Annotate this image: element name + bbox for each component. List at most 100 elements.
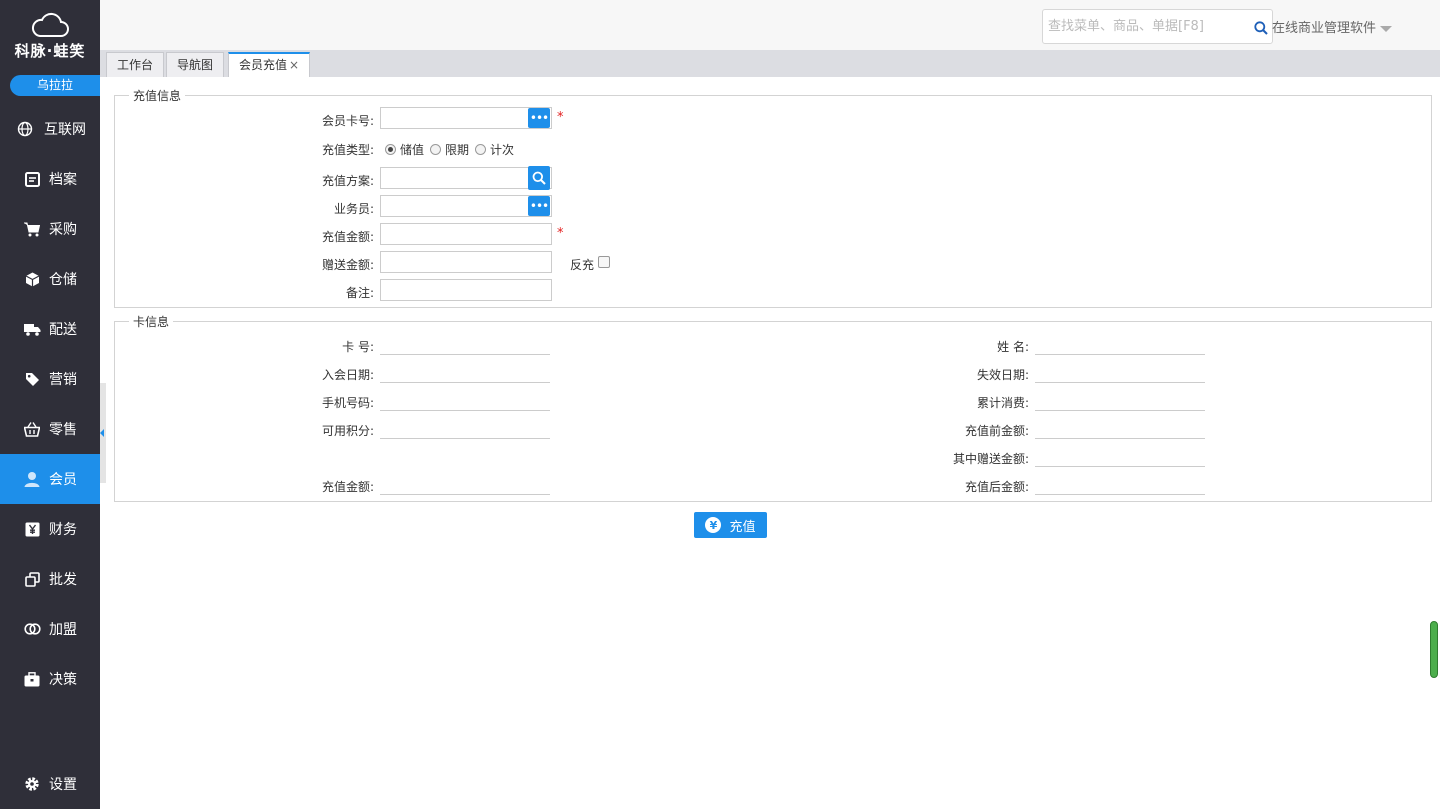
more-icon: ••• <box>529 199 549 213</box>
briefcase-icon <box>23 670 41 688</box>
sidebar-item-label: 营销 <box>49 372 77 388</box>
sidebar-item-label: 财务 <box>49 522 77 538</box>
card-no-value <box>380 336 550 355</box>
card-picker-button[interactable]: ••• <box>528 108 550 128</box>
recharge-button[interactable]: ¥ 充值 <box>694 512 767 538</box>
sidebar-item-settings[interactable]: 设置 <box>0 759 100 809</box>
salesman-picker-button[interactable]: ••• <box>528 196 550 216</box>
brand-logo: 科脉·蛙笑 <box>0 0 100 70</box>
sidebar-item-delivery[interactable]: 配送 <box>0 304 100 354</box>
expire-date-label: 失效日期: <box>976 368 1029 382</box>
after-amount-value <box>1035 476 1205 495</box>
sidebar-collapse-handle[interactable] <box>100 383 106 483</box>
tab-member-recharge[interactable]: 会员充值 × <box>228 52 311 77</box>
sidebar-item-label: 采购 <box>49 222 77 238</box>
points-value <box>380 420 550 439</box>
card-recharge-amount-label: 充值金额: <box>321 480 374 494</box>
sidebar-item-marketing[interactable]: 营销 <box>0 354 100 404</box>
globe-icon <box>16 120 34 138</box>
join-date-label: 入会日期: <box>321 368 374 382</box>
name-label: 姓 名: <box>997 340 1029 354</box>
company-name: 在线商业管理软件 <box>1272 21 1377 36</box>
radio-dot <box>430 144 441 155</box>
basket-icon <box>23 420 41 438</box>
sidebar-item-label: 互联网 <box>44 122 86 138</box>
phone-value <box>380 392 550 411</box>
search-box <box>1042 9 1273 44</box>
phone-label: 手机号码: <box>321 396 374 410</box>
sidebar-item-decision[interactable]: 决策 <box>0 654 100 704</box>
tab-label: 会员充值 <box>239 58 288 72</box>
tab-workbench[interactable]: 工作台 <box>106 52 165 77</box>
rings-icon <box>23 620 41 638</box>
recharge-plan-label: 充值方案: <box>321 174 374 188</box>
tab-bar: 工作台 导航图 会员充值 × <box>100 50 1440 77</box>
sidebar-item-label: 会员 <box>49 472 77 488</box>
recharge-type-label: 充值类型: <box>321 143 374 157</box>
expire-date-value <box>1035 364 1205 383</box>
reverse-charge-checkbox[interactable] <box>598 256 610 268</box>
gift-amount-input[interactable] <box>380 251 552 273</box>
sidebar-item-retail[interactable]: 零售 <box>0 404 100 454</box>
required-mark: * <box>557 110 564 125</box>
sidebar-item-label: 加盟 <box>49 622 77 638</box>
gift-amount-label: 赠送金额: <box>321 258 374 272</box>
sidebar-item-member[interactable]: 会员 <box>0 454 100 504</box>
sidebar: 科脉·蛙笑 乌拉拉 互联网 档案 采购 仓储 配送 营销 零售 会员 财务 批发… <box>0 0 100 809</box>
tag-icon <box>23 370 41 388</box>
section-title: 充值信息 <box>133 89 182 103</box>
cloud-icon <box>31 12 69 37</box>
top-bar: 在线商业管理软件 <box>100 0 1440 50</box>
recharge-amount-input[interactable] <box>380 223 552 245</box>
total-spend-value <box>1035 392 1205 411</box>
plan-search-button[interactable] <box>528 166 550 190</box>
sidebar-item-label: 档案 <box>49 172 77 188</box>
chevron-down-icon <box>1380 25 1393 32</box>
sidebar-item-franchise[interactable]: 加盟 <box>0 604 100 654</box>
sidebar-item-archive[interactable]: 档案 <box>0 154 100 204</box>
radio-label: 储值 <box>400 143 425 157</box>
gift-amount-info-label: 其中赠送金额: <box>952 452 1029 466</box>
scrollbar-thumb[interactable] <box>1430 621 1438 678</box>
sidebar-item-purchase[interactable]: 采购 <box>0 204 100 254</box>
card-recharge-amount-value <box>380 476 550 495</box>
after-amount-label: 充值后金额: <box>964 480 1029 494</box>
points-label: 可用积分: <box>321 424 374 438</box>
gear-icon <box>23 775 41 793</box>
radio-count-based[interactable]: 计次 <box>475 141 514 158</box>
recharge-button-label: 充值 <box>729 519 756 535</box>
salesman-input[interactable] <box>380 195 552 217</box>
tab-label: 导航图 <box>177 58 214 72</box>
copy-icon <box>23 570 41 588</box>
search-icon[interactable] <box>1254 21 1268 38</box>
card-no-label: 会员卡号: <box>321 114 374 128</box>
card-no-input[interactable] <box>380 107 552 129</box>
sidebar-item-label: 配送 <box>49 322 77 338</box>
search-icon <box>532 171 546 185</box>
box-icon <box>23 270 41 288</box>
truck-icon <box>23 320 41 338</box>
person-icon <box>23 470 41 488</box>
total-spend-label: 累计消费: <box>976 396 1029 410</box>
radio-dot <box>385 144 396 155</box>
user-badge[interactable]: 乌拉拉 <box>10 75 100 96</box>
company-menu[interactable]: 在线商业管理软件 <box>1272 17 1393 36</box>
cart-icon <box>23 220 41 238</box>
sidebar-item-finance[interactable]: 财务 <box>0 504 100 554</box>
sidebar-nav: 互联网 档案 采购 仓储 配送 营销 零售 会员 财务 批发 加盟 决策 <box>0 104 100 704</box>
radio-time-limited[interactable]: 限期 <box>430 141 469 158</box>
sidebar-item-internet[interactable]: 互联网 <box>0 104 100 154</box>
sidebar-item-wholesale[interactable]: 批发 <box>0 554 100 604</box>
required-mark: * <box>557 226 564 241</box>
remark-input[interactable] <box>380 279 552 301</box>
join-date-value <box>380 364 550 383</box>
close-icon[interactable]: × <box>289 58 299 72</box>
radio-stored-value[interactable]: 储值 <box>385 141 424 158</box>
search-input[interactable] <box>1048 11 1243 42</box>
remark-label: 备注: <box>345 286 374 300</box>
radio-dot <box>475 144 486 155</box>
file-icon <box>23 170 41 188</box>
tab-navigation[interactable]: 导航图 <box>166 52 225 77</box>
sidebar-item-storage[interactable]: 仓储 <box>0 254 100 304</box>
recharge-plan-input[interactable] <box>380 167 552 189</box>
